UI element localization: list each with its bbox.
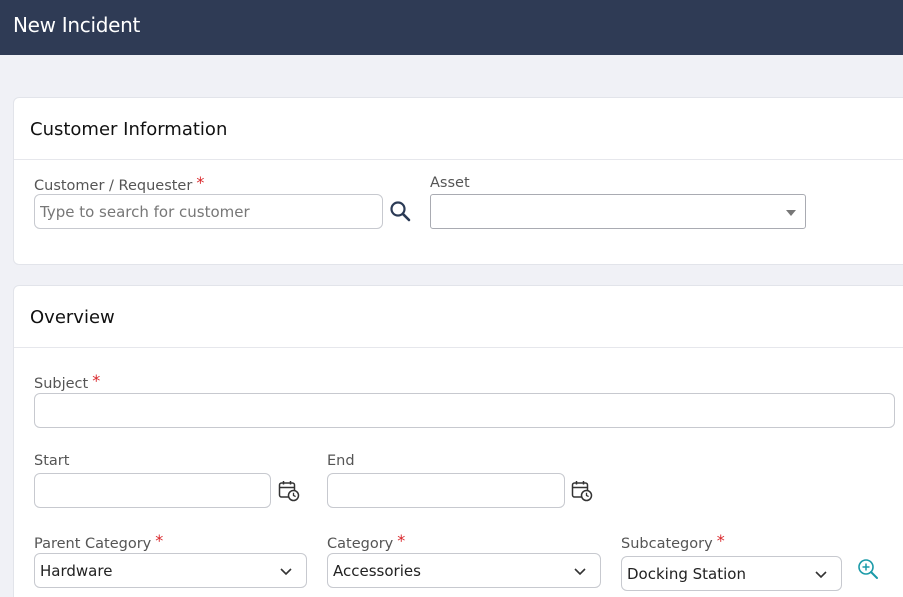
start-label: Start: [34, 453, 70, 469]
parent-category-label: Parent Category *: [34, 531, 164, 552]
chevron-down-icon: [815, 571, 827, 579]
subject-label: Subject *: [34, 371, 101, 392]
subject-input[interactable]: [35, 394, 894, 427]
category-value: Accessories: [333, 562, 421, 580]
end-date-field[interactable]: [327, 473, 565, 508]
subcategory-select[interactable]: Docking Station: [621, 556, 842, 591]
required-marker: *: [196, 173, 205, 192]
customer-information-card: Customer Information Customer / Requeste…: [13, 97, 903, 265]
section-divider: [14, 347, 903, 348]
page-title: New Incident: [13, 13, 141, 37]
required-marker: *: [397, 531, 406, 550]
category-label: Category *: [327, 531, 406, 552]
start-date-field[interactable]: [34, 473, 271, 508]
end-date-input[interactable]: [328, 474, 564, 507]
required-marker: *: [716, 531, 725, 550]
customer-requester-label: Customer / Requester *: [34, 173, 205, 194]
asset-select[interactable]: [430, 194, 806, 229]
overview-card: Overview Subject * Start End Parent Categ…: [13, 285, 903, 597]
subcategory-label: Subcategory *: [621, 531, 725, 552]
end-label: End: [327, 453, 355, 469]
zoom-in-icon[interactable]: [857, 558, 879, 580]
start-date-input[interactable]: [35, 474, 270, 507]
section-title: Customer Information: [30, 119, 228, 140]
search-icon[interactable]: [389, 200, 411, 222]
required-marker: *: [155, 531, 164, 550]
calendar-clock-icon[interactable]: [571, 480, 593, 502]
required-marker: *: [92, 371, 101, 390]
parent-category-select[interactable]: Hardware: [34, 553, 307, 588]
subject-field[interactable]: [34, 393, 895, 428]
category-select[interactable]: Accessories: [327, 553, 601, 588]
parent-category-value: Hardware: [40, 562, 113, 580]
asset-label: Asset: [430, 175, 470, 191]
calendar-clock-icon[interactable]: [278, 480, 300, 502]
subcategory-value: Docking Station: [627, 565, 746, 583]
section-title: Overview: [30, 307, 115, 328]
app-header: New Incident: [0, 0, 903, 55]
customer-search-field[interactable]: [34, 194, 383, 229]
customer-search-input[interactable]: [35, 195, 382, 228]
section-divider: [14, 159, 903, 160]
chevron-down-icon: [280, 568, 292, 576]
caret-down-icon: [786, 210, 796, 216]
chevron-down-icon: [574, 568, 586, 576]
